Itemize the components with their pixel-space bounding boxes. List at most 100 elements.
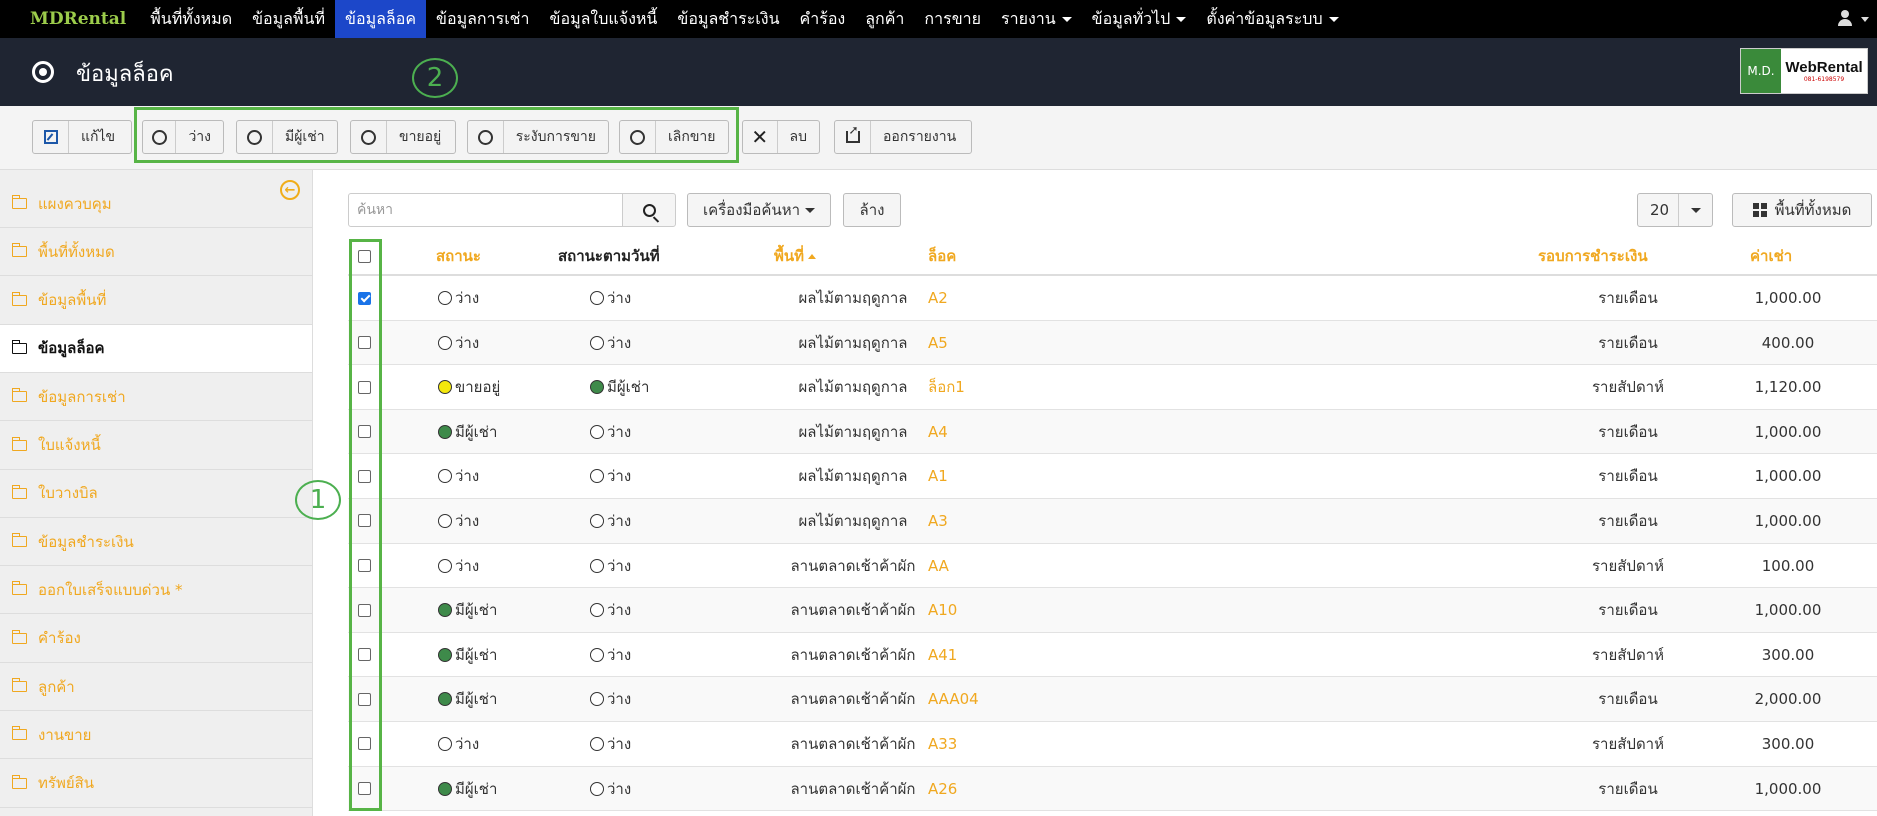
status-dot-icon xyxy=(590,558,604,573)
status-dot-icon xyxy=(438,513,452,528)
logo-text: WebRental xyxy=(1785,59,1863,76)
table-row[interactable]: มีผู้เช่า ว่าง ผลไม้ตามฤดูกาล A4 รายเดือน 1,0… xyxy=(348,409,1877,455)
brand-logo[interactable]: MDRental xyxy=(0,0,140,38)
sidebar-item-2[interactable]: ข้อมูลพื้นที่ xyxy=(0,277,312,325)
sidebar-item-8[interactable]: ออกใบเสร็จแบบด่วน * xyxy=(0,566,312,615)
nav-item-7[interactable]: ลูกค้า xyxy=(855,0,914,38)
all-areas-button[interactable]: พื้นที่ทั้งหมด xyxy=(1732,193,1872,227)
search-input[interactable]: ค้นหา xyxy=(348,193,623,227)
export-report-button[interactable]: ออกรายงาน xyxy=(834,120,972,154)
nav-item-0[interactable]: พื้นที่ทั้งหมด xyxy=(140,0,242,38)
nav-item-4[interactable]: ข้อมูลใบแจ้งหนี้ xyxy=(540,0,668,38)
date-status-cell: ว่าง xyxy=(590,499,631,543)
date-status-cell: ว่าง xyxy=(590,677,631,721)
sidebar-item-3[interactable]: ข้อมูลล็อค xyxy=(0,324,312,373)
sidebar-item-6[interactable]: ใบวางบิล xyxy=(0,470,312,518)
date-status-cell: มีผู้เช่า xyxy=(590,365,649,409)
status-text: ว่าง xyxy=(455,556,480,575)
sidebar-item-1[interactable]: พื้นที่ทั้งหมด xyxy=(0,228,312,277)
sidebar-item-10[interactable]: ลูกค้า xyxy=(0,663,312,711)
delete-button[interactable]: ✕ ลบ xyxy=(742,120,820,154)
lock-link[interactable]: A2 xyxy=(928,276,948,320)
edit-button-label: แก้ไข xyxy=(81,129,116,145)
table-row[interactable]: มีผู้เช่า ว่าง ลานตลาดเช้าค้าผัก A10 รายเดือ… xyxy=(348,588,1877,633)
status-selling-label: ขายอยู่ xyxy=(399,129,442,145)
date-status-text: ว่าง xyxy=(607,467,632,486)
lock-link[interactable]: A33 xyxy=(928,722,957,766)
sidebar-item-12[interactable]: ทรัพย์สิน xyxy=(0,760,312,808)
status-discontinued-button[interactable]: เลิกขาย xyxy=(619,120,729,154)
locks-table: สถานะ สถานะตามวันที่ พื้นที่ ล็อค รอบการ… xyxy=(348,236,1877,812)
webrental-logo: M.D. WebRental 081-6198579 xyxy=(1740,48,1868,94)
sidebar: ← แผงควบคุม พื้นที่ทั้งหมด ข้อมูลพื้นที่ ข้… xyxy=(0,170,313,816)
sidebar-item-4[interactable]: ข้อมูลการเช่า xyxy=(0,373,312,422)
sidebar-item-11[interactable]: งานขาย xyxy=(0,711,312,760)
status-suspended-button[interactable]: ระงับการขาย xyxy=(467,120,609,154)
action-toolbar: แก้ไข ว่าง มีผู้เช่า ขายอยู่ ระงับการขาย… xyxy=(0,106,1877,170)
status-text: ว่าง xyxy=(455,511,480,530)
lock-link[interactable]: AA xyxy=(928,544,949,588)
date-status-cell: ว่าง xyxy=(590,588,631,632)
table-row[interactable]: ว่าง ว่าง ผลไม้ตามฤดูกาล A1 รายเดือน 1,000.00 xyxy=(348,454,1877,499)
table-row[interactable]: ว่าง ว่าง ลานตลาดเช้าค้าผัก AA รายสัปดาห์ 100… xyxy=(348,544,1877,589)
payment-cycle-cell: รายเดือน xyxy=(1598,779,1658,798)
nav-item-9[interactable]: รายงาน xyxy=(991,0,1082,38)
sidebar-item-0[interactable]: แผงควบคุม xyxy=(0,180,312,228)
search-tools-dropdown[interactable]: เครื่องมือค้นหา xyxy=(687,193,831,227)
nav-item-3[interactable]: ข้อมูลการเช่า xyxy=(426,0,539,38)
status-cell: ว่าง xyxy=(438,499,479,543)
status-dot-icon xyxy=(438,781,452,796)
page-size-select[interactable]: 20 xyxy=(1637,193,1713,227)
nav-item-6[interactable]: คำร้อง xyxy=(790,0,856,38)
lock-link[interactable]: ล็อก1 xyxy=(928,365,965,409)
nav-item-1[interactable]: ข้อมูลพื้นที่ xyxy=(242,0,335,38)
table-row[interactable]: มีผู้เช่า ว่าง ลานตลาดเช้าค้าผัก A26 รายเดือ… xyxy=(348,766,1877,812)
status-cell: ว่าง xyxy=(438,544,479,588)
table-row[interactable]: ว่าง ว่าง ผลไม้ตามฤดูกาล A2 รายเดือน 1,000.00 xyxy=(348,276,1877,321)
col-status[interactable]: สถานะ xyxy=(436,236,481,276)
nav-item-5[interactable]: ข้อมูลชำระเงิน xyxy=(667,0,789,38)
status-text: มีผู้เช่า xyxy=(455,690,498,709)
date-status-text: ว่าง xyxy=(607,511,632,530)
edit-button[interactable]: แก้ไข xyxy=(32,120,132,154)
lock-link[interactable]: A41 xyxy=(928,633,957,677)
nav-item-label: ลูกค้า xyxy=(865,9,905,28)
table-row[interactable]: มีผู้เช่า ว่าง ลานตลาดเช้าค้าผัก A41 รายสัปด… xyxy=(348,633,1877,678)
lock-link[interactable]: A26 xyxy=(928,767,957,811)
nav-item-11[interactable]: ตั้งค่าข้อมูลระบบ xyxy=(1196,0,1348,38)
col-payment-cycle[interactable]: รอบการชำระเงิน xyxy=(1538,236,1648,276)
status-available-button[interactable]: ว่าง xyxy=(142,120,224,154)
table-row[interactable]: ขายอยู่ มีผู้เช่า ผลไม้ตามฤดูกาล ล็อก1 รายสั… xyxy=(348,365,1877,410)
table-row[interactable]: ว่าง ว่าง ลานตลาดเช้าค้าผัก A33 รายสัปดาห์ 30… xyxy=(348,722,1877,767)
lock-link[interactable]: A1 xyxy=(928,454,948,498)
search-button[interactable] xyxy=(622,193,676,227)
sidebar-item-9[interactable]: คำร้อง xyxy=(0,615,312,663)
folder-icon xyxy=(11,629,27,644)
table-row[interactable]: มีผู้เช่า ว่าง ลานตลาดเช้าค้าผัก AAA04 รายเด… xyxy=(348,677,1877,722)
clear-button[interactable]: ล้าง xyxy=(843,193,901,227)
lock-link[interactable]: AAA04 xyxy=(928,677,979,721)
col-area[interactable]: พื้นที่ xyxy=(774,236,817,276)
table-row[interactable]: ว่าง ว่าง ผลไม้ตามฤดูกาล A5 รายเดือน 400.00 xyxy=(348,320,1877,366)
sidebar-item-7[interactable]: ข้อมูลชำระเงิน xyxy=(0,518,312,567)
nav-item-8[interactable]: การขาย xyxy=(914,0,991,38)
date-status-cell: ว่าง xyxy=(590,321,631,365)
user-menu-caret-icon[interactable] xyxy=(1861,17,1869,22)
lock-link[interactable]: A10 xyxy=(928,588,957,632)
lock-link[interactable]: A5 xyxy=(928,321,948,365)
status-rented-button[interactable]: มีผู้เช่า xyxy=(236,120,338,154)
lock-link[interactable]: A4 xyxy=(928,410,948,454)
lock-link[interactable]: A3 xyxy=(928,499,948,543)
col-rent[interactable]: ค่าเช่า xyxy=(1750,236,1792,276)
rent-cell: 2,000.00 xyxy=(1754,690,1822,709)
status-selling-button[interactable]: ขายอยู่ xyxy=(350,120,456,154)
nav-item-2[interactable]: ข้อมูลล็อค xyxy=(335,0,427,38)
user-icon[interactable] xyxy=(1837,10,1853,28)
col-status-by-date[interactable]: สถานะตามวันที่ xyxy=(558,236,660,276)
table-row[interactable]: ว่าง ว่าง ผลไม้ตามฤดูกาล A3 รายเดือน 1,000.00 xyxy=(348,498,1877,544)
logo-md: M.D. xyxy=(1741,49,1781,93)
sidebar-item-5[interactable]: ใบแจ้งหนี้ xyxy=(0,422,312,470)
nav-item-10[interactable]: ข้อมูลทั่วไป xyxy=(1082,0,1197,38)
col-lock[interactable]: ล็อค xyxy=(928,236,956,276)
col-area-label: พื้นที่ xyxy=(774,247,805,265)
